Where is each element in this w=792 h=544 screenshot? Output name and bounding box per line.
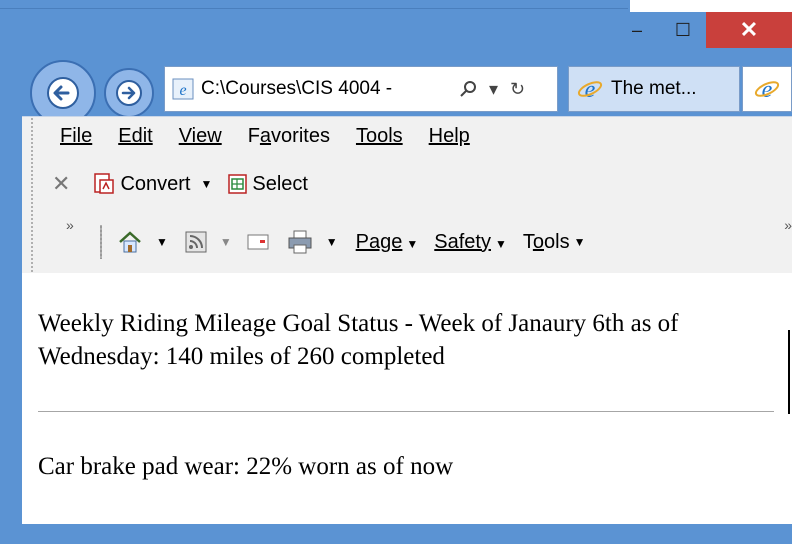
safety-menu[interactable]: Safety ▼ bbox=[434, 231, 507, 254]
search-icon[interactable] bbox=[459, 80, 477, 98]
convert-dropdown-icon[interactable]: ▼ bbox=[200, 177, 212, 191]
forward-button[interactable] bbox=[104, 68, 154, 118]
feeds-icon[interactable] bbox=[184, 230, 208, 254]
menu-view[interactable]: View bbox=[179, 125, 222, 148]
brake-wear-text: Car brake pad wear: 22% worn as of now bbox=[38, 453, 454, 480]
back-arrow-icon bbox=[47, 77, 79, 109]
svg-text:e: e bbox=[762, 77, 773, 102]
page-menu[interactable]: Page ▼ bbox=[356, 231, 419, 254]
address-text: C:\Courses\CIS 4004 - bbox=[201, 78, 393, 99]
tools-dropdown-icon[interactable]: ▼ bbox=[574, 235, 586, 249]
maximize-icon: ☐ bbox=[674, 19, 692, 40]
mileage-status-text: Weekly Riding Mileage Goal Status - Week… bbox=[38, 310, 679, 370]
toolbar-separator bbox=[100, 225, 102, 259]
minimize-button[interactable]: – bbox=[614, 12, 660, 48]
convert-pdf-icon bbox=[94, 173, 115, 194]
window-bottom-border bbox=[0, 524, 792, 544]
minimize-icon: – bbox=[631, 19, 642, 40]
taskbar-edge bbox=[0, 0, 628, 9]
chevron-down-icon[interactable]: ▾ bbox=[489, 79, 498, 100]
tab-title: The met... bbox=[611, 78, 697, 99]
menu-bar: File Edit View Favorites Tools Help bbox=[60, 125, 470, 148]
tab-active[interactable]: e The met... bbox=[568, 66, 740, 112]
ie-icon: e bbox=[754, 77, 780, 102]
print-dropdown-icon[interactable]: ▼ bbox=[326, 235, 338, 249]
refresh-icon[interactable]: ↻ bbox=[510, 79, 525, 100]
address-bar[interactable]: e C:\Courses\CIS 4004 - ▾ ↻ bbox=[164, 66, 558, 112]
horizontal-rule bbox=[38, 411, 774, 412]
svg-text:e: e bbox=[585, 77, 596, 102]
pdf-toolbar: ✕ Convert ▼ Select bbox=[52, 171, 308, 197]
window-controls: – ☐ ✕ bbox=[614, 12, 792, 48]
home-icon[interactable] bbox=[116, 228, 144, 256]
page-content: Weekly Riding Mileage Goal Status - Week… bbox=[22, 273, 792, 524]
desktop-gap bbox=[630, 0, 792, 12]
close-icon: ✕ bbox=[739, 17, 759, 42]
select-pdf-icon bbox=[228, 174, 248, 194]
convert-button[interactable]: Convert bbox=[120, 173, 190, 196]
feeds-dropdown-icon[interactable]: ▼ bbox=[220, 235, 232, 249]
svg-text:e: e bbox=[179, 82, 186, 99]
maximize-button[interactable]: ☐ bbox=[660, 12, 706, 48]
select-button[interactable]: Select bbox=[252, 173, 308, 196]
toolbar-grip[interactable] bbox=[30, 117, 34, 273]
chevron-double-right-icon[interactable]: » bbox=[66, 217, 74, 233]
forward-arrow-icon bbox=[116, 80, 142, 106]
print-icon[interactable] bbox=[286, 229, 314, 255]
command-bar: » ▼ ▼ ▼ Page ▼ Safety ▼ Tools ▼ » bbox=[52, 217, 792, 259]
ie-tab-icon: e bbox=[577, 77, 603, 102]
menu-file[interactable]: File bbox=[60, 125, 92, 148]
mail-icon[interactable] bbox=[246, 232, 270, 252]
home-dropdown-icon[interactable]: ▼ bbox=[156, 235, 168, 249]
browser-toolbar: File Edit View Favorites Tools Help ✕ Co… bbox=[22, 116, 792, 274]
menu-tools[interactable]: Tools bbox=[356, 125, 403, 148]
chevron-overflow-icon[interactable]: » bbox=[784, 217, 792, 233]
scrollbar-edge bbox=[788, 330, 792, 414]
ie-page-icon: e bbox=[172, 78, 194, 100]
close-toolbar-icon[interactable]: ✕ bbox=[52, 171, 70, 197]
menu-edit[interactable]: Edit bbox=[118, 125, 152, 148]
new-tab[interactable]: e bbox=[742, 66, 792, 112]
menu-favorites[interactable]: Favorites bbox=[248, 125, 330, 148]
tools-menu[interactable]: Tools bbox=[523, 231, 570, 254]
close-button[interactable]: ✕ bbox=[706, 12, 792, 48]
menu-help[interactable]: Help bbox=[429, 125, 470, 148]
